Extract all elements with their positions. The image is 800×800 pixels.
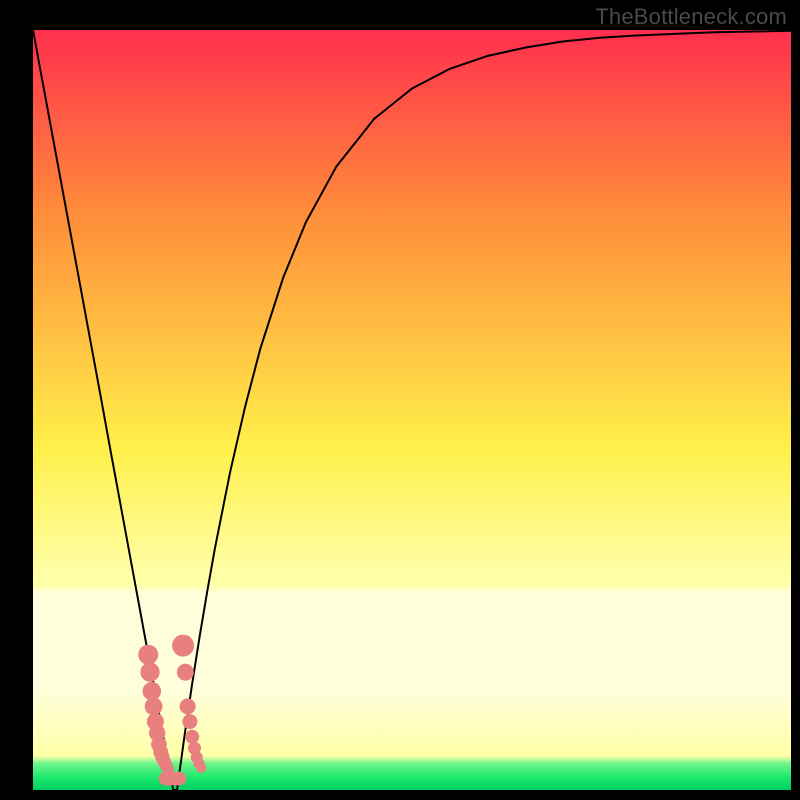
watermark-text: TheBottleneck.com [595,4,787,30]
bottleneck-curve [33,30,791,790]
plot-area [33,30,791,790]
outer-frame: TheBottleneck.com [0,0,800,800]
